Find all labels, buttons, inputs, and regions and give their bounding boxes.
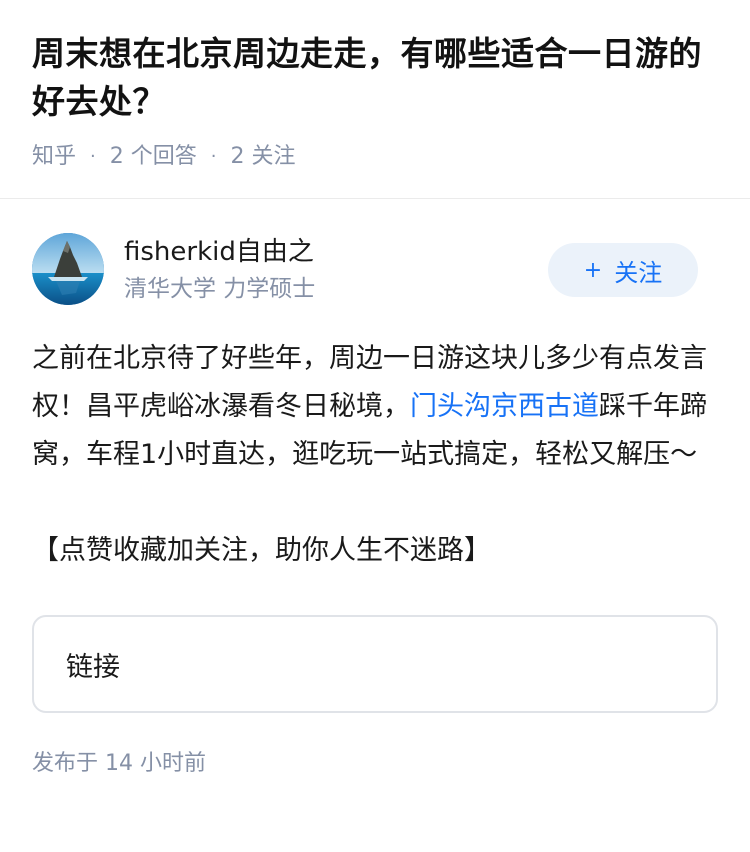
author-info: fisherkid自由之 清华大学 力学硕士: [124, 235, 315, 305]
author-bio: 清华大学 力学硕士: [124, 276, 316, 302]
meta-separator: ·: [210, 146, 217, 167]
header-divider: [0, 198, 750, 199]
avatar[interactable]: [32, 233, 104, 305]
answer-slogan: 【点赞收藏加关注，助你人生不迷路】: [32, 535, 491, 566]
answers-count[interactable]: 2 个回答: [110, 142, 197, 172]
question-meta: 知乎 · 2 个回答 · 2 关注: [32, 142, 718, 172]
author-row: fisherkid自由之 清华大学 力学硕士 + 关注: [32, 233, 718, 313]
question-title[interactable]: 周末想在北京周边走走，有哪些适合一日游的好去处？: [32, 30, 718, 126]
source-label[interactable]: 知乎: [32, 142, 76, 172]
author-name[interactable]: fisherkid自由之: [124, 235, 315, 269]
answer-paragraph: 之前在北京待了好些年，周边一日游这块儿多少有点发言权！昌平虎峪冰瀑看冬日秘境，门…: [32, 335, 718, 479]
answer-content: 之前在北京待了好些年，周边一日游这块儿多少有点发言权！昌平虎峪冰瀑看冬日秘境，门…: [32, 335, 718, 575]
follow-button[interactable]: + 关注: [548, 243, 698, 297]
answer-card: fisherkid自由之 清华大学 力学硕士 + 关注 之前在北京待了好些年，周…: [0, 233, 750, 779]
rock-island-avatar-icon: [32, 233, 104, 305]
link-card-label: 链接: [66, 651, 120, 683]
inline-link-jingxi-ancient-road[interactable]: 门头沟京西古道: [410, 391, 599, 422]
follow-button-label: 关注: [614, 258, 663, 287]
followers-count[interactable]: 2 关注: [230, 142, 295, 172]
meta-separator: ·: [90, 146, 96, 167]
question-header: 周末想在北京周边走走，有哪些适合一日游的好去处？ 知乎 · 2 个回答 · 2 …: [0, 0, 750, 172]
plus-icon: +: [583, 257, 603, 283]
link-card[interactable]: 链接: [32, 615, 718, 713]
publish-time: 发布于 14 小时前: [32, 751, 206, 776]
